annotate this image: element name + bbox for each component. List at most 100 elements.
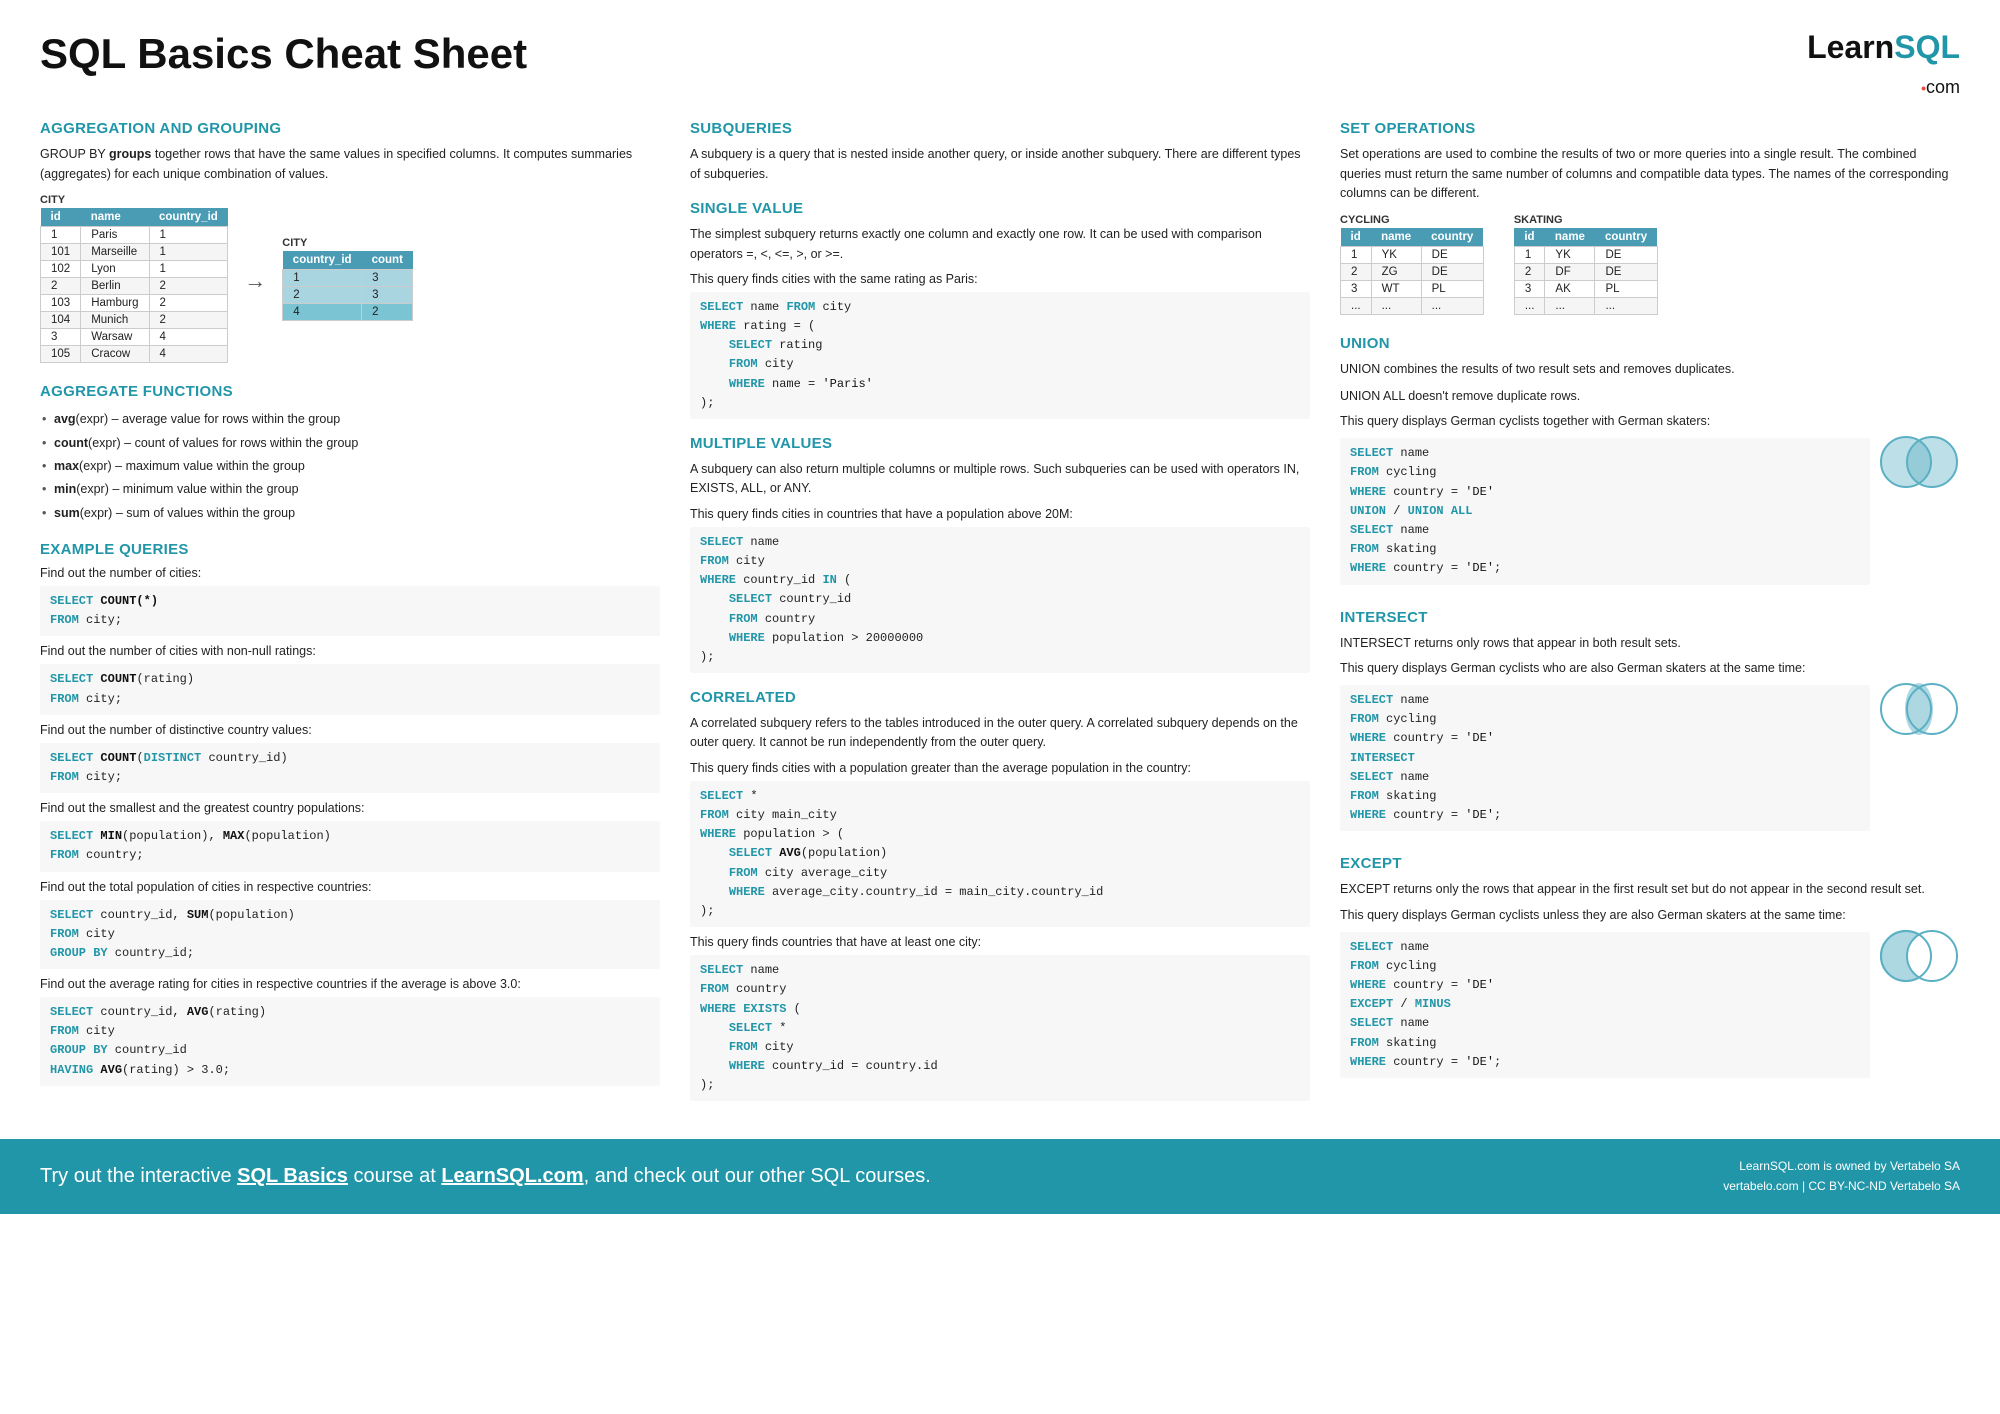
- ex4-label: Find out the smallest and the greatest c…: [40, 801, 660, 815]
- columns-wrapper: AGGREGATION AND GROUPING GROUP BY groups…: [40, 120, 1960, 1109]
- city-col-country: country_id: [149, 208, 228, 227]
- except-desc: EXCEPT returns only the rows that appear…: [1340, 880, 1960, 899]
- table-row: 13: [283, 269, 413, 286]
- aggregation-intro: GROUP BY groups together rows that have …: [40, 145, 660, 184]
- correlated-code2: SELECT name FROM country WHERE EXISTS ( …: [690, 955, 1310, 1101]
- single-value-desc: The simplest subquery returns exactly on…: [690, 225, 1310, 264]
- ex6-label: Find out the average rating for cities i…: [40, 977, 660, 991]
- except-code: SELECT name FROM cycling WHERE country =…: [1340, 932, 1870, 1078]
- table-row: 105Cracow4: [41, 346, 228, 363]
- multiple-values-label: This query finds cities in countries tha…: [690, 507, 1310, 521]
- table-row: 1YKDE: [1514, 246, 1657, 263]
- cycling-table: id name country 1YKDE 2ZGDE 3WTPL ......…: [1340, 228, 1484, 315]
- ex1-code: SELECT COUNT(*) FROM city;: [40, 586, 660, 636]
- intersect-label: This query displays German cyclists who …: [1340, 661, 1960, 675]
- agg-functions-title: AGGREGATE FUNCTIONS: [40, 383, 660, 400]
- table-row: 42: [283, 303, 413, 320]
- result-col-count: count: [362, 251, 413, 270]
- skating-col-name: name: [1545, 228, 1595, 247]
- skating-label: SKATING: [1514, 214, 1658, 226]
- city-col-id: id: [41, 208, 81, 227]
- cycling-label: CYCLING: [1340, 214, 1484, 226]
- logo-learn: Learn: [1807, 29, 1894, 65]
- correlated-label2: This query finds countries that have at …: [690, 935, 1310, 949]
- skating-col-country: country: [1595, 228, 1657, 247]
- skating-table-container: SKATING id name country 1YKDE 2DFDE: [1514, 214, 1658, 319]
- city-table-label: CITY: [40, 194, 228, 206]
- aggregation-tables: CITY id name country_id 1Paris1 101Marse…: [40, 194, 660, 367]
- result-table: country_id count 13 23 42: [282, 251, 413, 321]
- footer-text-middle: course at: [348, 1165, 441, 1187]
- union-code: SELECT name FROM cycling WHERE country =…: [1340, 438, 1870, 584]
- city-table-container: CITY id name country_id 1Paris1 101Marse…: [40, 194, 228, 367]
- example-queries-title: EXAMPLE QUERIES: [40, 541, 660, 558]
- ex3-label: Find out the number of distinctive count…: [40, 723, 660, 737]
- table-row: .........: [1514, 297, 1657, 314]
- table-row: 1Paris1: [41, 227, 228, 244]
- list-item: sum(expr) – sum of values within the gro…: [40, 502, 660, 525]
- set-operations-title: SET OPERATIONS: [1340, 120, 1960, 137]
- ex5-code: SELECT country_id, SUM(population) FROM …: [40, 900, 660, 970]
- list-item: max(expr) – maximum value within the gro…: [40, 455, 660, 478]
- correlated-desc: A correlated subquery refers to the tabl…: [690, 714, 1310, 753]
- except-code-block: SELECT name FROM cycling WHERE country =…: [1340, 926, 1960, 1086]
- city-table: id name country_id 1Paris1 101Marseille1…: [40, 208, 228, 363]
- footer-right-line2: vertabelo.com | CC BY-NC-ND Vertabelo SA: [1723, 1177, 1960, 1196]
- logo-sql: SQL: [1894, 29, 1960, 65]
- ex4-code: SELECT MIN(population), MAX(population) …: [40, 821, 660, 871]
- cycling-col-id: id: [1341, 228, 1372, 247]
- city-col-name: name: [81, 208, 149, 227]
- union-desc1: UNION combines the results of two result…: [1340, 360, 1960, 379]
- skating-table: id name country 1YKDE 2DFDE 3AKPL ......…: [1514, 228, 1658, 315]
- table-row: 3Warsaw4: [41, 329, 228, 346]
- table-row: 3AKPL: [1514, 280, 1657, 297]
- set-operations-intro: Set operations are used to combine the r…: [1340, 145, 1960, 203]
- table-row: 2ZGDE: [1341, 263, 1484, 280]
- result-table-label: CITY: [282, 237, 413, 249]
- aggregation-title: AGGREGATION AND GROUPING: [40, 120, 660, 137]
- table-row: .........: [1341, 297, 1484, 314]
- table-row: 101Marseille1: [41, 244, 228, 261]
- table-row: 23: [283, 286, 413, 303]
- cycling-col-country: country: [1421, 228, 1483, 247]
- union-label: This query displays German cyclists toge…: [1340, 414, 1960, 428]
- multiple-values-code: SELECT name FROM city WHERE country_id I…: [690, 527, 1310, 673]
- table-row: 1YKDE: [1341, 246, 1484, 263]
- footer-text-end: , and check out our other SQL courses.: [584, 1165, 931, 1187]
- union-desc2: UNION ALL doesn't remove duplicate rows.: [1340, 387, 1960, 406]
- multiple-values-title: MULTIPLE VALUES: [690, 435, 1310, 452]
- ex2-label: Find out the number of cities with non-n…: [40, 644, 660, 658]
- cycling-table-container: CYCLING id name country 1YKDE 2ZGDE: [1340, 214, 1484, 319]
- col-subqueries: SUBQUERIES A subquery is a query that is…: [690, 120, 1310, 1109]
- arrow-icon: →: [244, 268, 266, 294]
- intersect-code-block: SELECT name FROM cycling WHERE country =…: [1340, 679, 1960, 839]
- skating-col-id: id: [1514, 228, 1545, 247]
- ex1-label: Find out the number of cities:: [40, 566, 660, 580]
- logo: LearnSQL •com: [1807, 30, 1960, 100]
- cycling-col-name: name: [1371, 228, 1421, 247]
- single-value-code: SELECT name FROM city WHERE rating = ( S…: [690, 292, 1310, 419]
- footer-right: LearnSQL.com is owned by Vertabelo SA ve…: [1723, 1157, 1960, 1195]
- footer-right-line1: LearnSQL.com is owned by Vertabelo SA: [1723, 1157, 1960, 1176]
- table-row: 102Lyon1: [41, 261, 228, 278]
- result-col-country: country_id: [283, 251, 362, 270]
- single-value-label: This query finds cities with the same ra…: [690, 272, 1310, 286]
- table-row: 3WTPL: [1341, 280, 1484, 297]
- ex3-code: SELECT COUNT(DISTINCT country_id) FROM c…: [40, 743, 660, 793]
- result-table-container: CITY country_id count 13 23 42: [282, 237, 413, 325]
- footer: Try out the interactive SQL Basics cours…: [0, 1139, 2000, 1213]
- footer-link-learnsql[interactable]: LearnSQL.com: [441, 1165, 583, 1187]
- col-aggregation: AGGREGATION AND GROUPING GROUP BY groups…: [40, 120, 660, 1109]
- page-title: SQL Basics Cheat Sheet: [40, 30, 527, 78]
- union-code-block: SELECT name FROM cycling WHERE country =…: [1340, 432, 1960, 592]
- list-item: count(expr) – count of values for rows w…: [40, 432, 660, 455]
- intersect-code: SELECT name FROM cycling WHERE country =…: [1340, 685, 1870, 831]
- correlated-label1: This query finds cities with a populatio…: [690, 761, 1310, 775]
- col-set-operations: SET OPERATIONS Set operations are used t…: [1340, 120, 1960, 1109]
- except-title: EXCEPT: [1340, 855, 1960, 872]
- table-row: 103Hamburg2: [41, 295, 228, 312]
- correlated-title: CORRELATED: [690, 689, 1310, 706]
- subqueries-intro: A subquery is a query that is nested ins…: [690, 145, 1310, 184]
- footer-link-sqlbasics[interactable]: SQL Basics: [237, 1165, 348, 1187]
- footer-text-start: Try out the interactive: [40, 1165, 237, 1187]
